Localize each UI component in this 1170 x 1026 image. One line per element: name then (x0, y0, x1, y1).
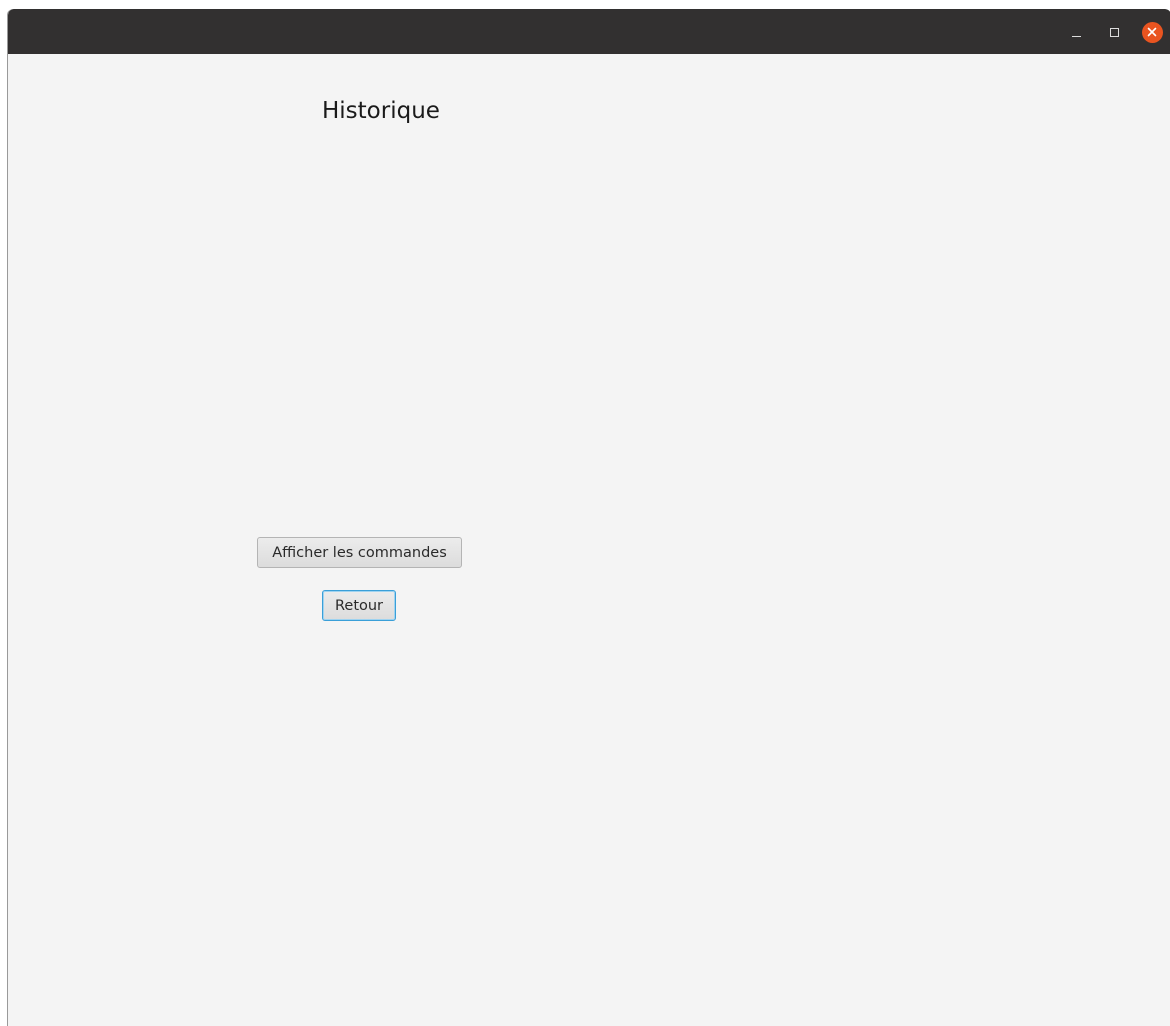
app-window: Historique Afficher les commandes Retour (7, 9, 1170, 1026)
close-icon (1141, 21, 1163, 43)
main-content: Historique Afficher les commandes Retour (8, 54, 1170, 1026)
minimize-button[interactable] (1065, 21, 1087, 43)
maximize-icon (1109, 27, 1119, 37)
show-orders-button[interactable]: Afficher les commandes (257, 537, 462, 568)
back-button[interactable]: Retour (322, 590, 396, 621)
title-bar[interactable] (8, 9, 1170, 54)
close-button[interactable] (1141, 21, 1163, 43)
page-title: Historique (322, 98, 440, 124)
maximize-button[interactable] (1103, 21, 1125, 43)
minimize-icon (1071, 35, 1081, 37)
